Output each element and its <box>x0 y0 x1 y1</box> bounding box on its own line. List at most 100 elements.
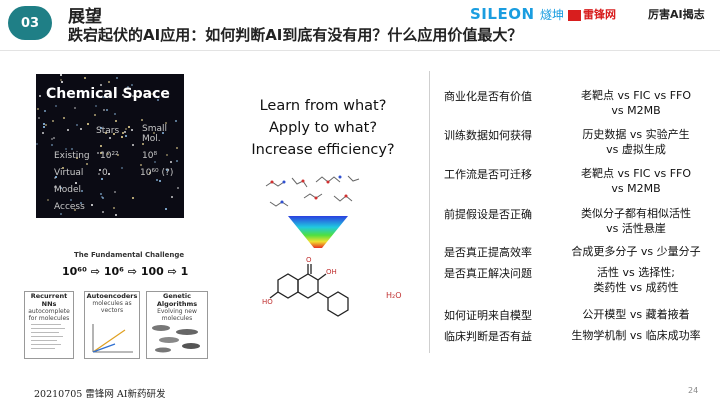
star-dot <box>100 193 102 195</box>
star-dot <box>128 126 130 128</box>
star-dot <box>140 164 142 166</box>
star-dot <box>101 178 103 180</box>
star-dot <box>159 180 161 182</box>
genetic-algorithm-box: Genetic Algorithms Evolving new molecule… <box>146 291 208 359</box>
chemical-space-image: Chemical Space Stars Small Mol. Existing… <box>36 74 184 218</box>
answer-row-1: 老靶点 vs FIC vs FFO vs M2MB <box>580 89 692 117</box>
star-dot <box>39 95 41 97</box>
star-dot <box>61 81 63 83</box>
star-dot <box>95 105 97 107</box>
star-dot <box>71 148 73 150</box>
star-dot <box>131 129 133 131</box>
star-dot <box>75 182 77 184</box>
question-row-5: 是否真正提高效率 <box>444 246 532 259</box>
star-dot <box>175 120 177 122</box>
val-existing-stars: 10²² <box>100 151 119 161</box>
star-dot <box>166 154 168 156</box>
section-badge: 03 <box>8 6 52 40</box>
question-apply: Apply to what? <box>268 120 378 136</box>
question-learn: Learn from what? <box>259 98 387 114</box>
star-dot <box>38 117 40 119</box>
row-access: Access <box>54 202 85 212</box>
star-dot <box>121 136 123 138</box>
val-virtual-stars: 0 <box>102 168 108 178</box>
column-divider <box>429 71 430 353</box>
star-dot <box>65 148 67 150</box>
lihai-logo: 厉害AI揭志 <box>648 8 705 21</box>
header-divider <box>0 50 720 51</box>
star-dot <box>44 110 46 112</box>
val-existing-mol: 10⁸ <box>142 151 158 161</box>
question-row-8: 临床判断是否有益 <box>444 330 532 343</box>
star-dot <box>100 145 102 147</box>
star-dot <box>98 173 100 175</box>
star-dot <box>51 144 53 146</box>
answer-row-3: 老靶点 vs FIC vs FFO vs M2MB <box>580 167 692 195</box>
star-dot <box>121 167 123 169</box>
star-dot <box>132 197 134 199</box>
star-dot <box>55 105 57 107</box>
star-dot <box>109 137 111 139</box>
star-dot <box>52 120 54 122</box>
star-dot <box>113 207 115 209</box>
star-dot <box>51 138 53 140</box>
molecule-funnel-illustration: O OH HO <box>262 175 360 317</box>
star-dot <box>60 213 62 215</box>
questions-block: Learn from what? Apply to what? Increase… <box>243 95 403 161</box>
star-dot <box>124 131 126 133</box>
col-small-mol: Small Mol. <box>142 124 167 144</box>
star-dot <box>176 147 178 149</box>
star-dot <box>114 113 116 115</box>
star-dot <box>115 120 117 122</box>
page-number: 24 <box>688 386 699 395</box>
svg-text:HO: HO <box>262 298 273 306</box>
autoencoder-box: Autoencoders molecules as vectors <box>84 291 140 359</box>
star-dot <box>97 152 99 154</box>
h2o-label: H₂O <box>386 291 402 300</box>
question-row-6: 是否真正解决问题 <box>444 267 532 280</box>
row-existing: Existing <box>54 151 90 161</box>
star-dot <box>125 128 127 130</box>
star-dot <box>87 123 89 125</box>
star-dot <box>170 161 172 163</box>
star-dot <box>94 114 96 116</box>
sileon-logo: SILEON <box>470 5 535 23</box>
fundamental-challenge-title: The Fundamental Challenge <box>74 251 185 259</box>
star-dot <box>43 126 45 128</box>
star-dot <box>108 173 110 175</box>
question-efficiency: Increase efficiency? <box>251 142 395 158</box>
star-dot <box>37 108 39 110</box>
answer-row-5: 合成更多分子 vs 少量分子 <box>571 245 701 258</box>
leiphone-mark-icon <box>568 9 581 21</box>
star-dot <box>171 196 173 198</box>
star-dot <box>156 179 158 181</box>
star-dot <box>42 132 44 134</box>
star-dot <box>81 190 83 192</box>
answer-row-7: 公开模型 vs 藏着掖着 <box>582 308 690 321</box>
star-dot <box>177 187 179 189</box>
star-dot <box>60 74 62 76</box>
star-dot <box>102 211 104 213</box>
rnn-box: Recurrent NNs autocomplete for molecules <box>24 291 74 359</box>
star-dot <box>36 143 38 145</box>
star-dot <box>101 196 103 198</box>
star-dot <box>176 160 178 162</box>
star-dot <box>91 204 93 206</box>
question-row-3: 工作流是否可迁移 <box>444 168 532 181</box>
star-dot <box>53 137 55 139</box>
page-subtitle: 跌宕起伏的AI应用：如何判断AI到底有没有用？什么应用价值最大？ <box>68 26 523 44</box>
question-row-7: 如何证明来自模型 <box>444 309 532 322</box>
answer-row-4: 类似分子都有相似活性 vs 活性悬崖 <box>581 207 691 235</box>
star-dot <box>80 128 82 130</box>
star-dot <box>116 77 118 79</box>
genetic-algorithm-title: Genetic Algorithms <box>156 292 198 308</box>
star-dot <box>60 79 62 81</box>
row-model: Model <box>54 185 82 195</box>
fish-evolution-icon <box>152 325 200 353</box>
answer-row-2: 历史数据 vs 实验产生 vs 虚拟生成 <box>582 128 690 156</box>
star-dot <box>132 144 134 146</box>
star-dot <box>99 169 101 171</box>
leiphone-logo: 雷锋网 <box>568 6 616 22</box>
svg-text:OH: OH <box>326 268 337 276</box>
answer-row-8: 生物学机制 vs 临床成功率 <box>571 329 701 342</box>
